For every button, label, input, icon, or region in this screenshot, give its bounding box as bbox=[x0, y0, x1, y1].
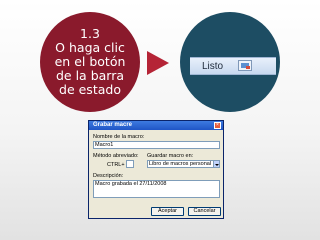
arrow-right-icon bbox=[147, 51, 169, 75]
step-line-2: en el botón bbox=[54, 54, 126, 69]
store-in-select[interactable]: Libro de macros personal bbox=[147, 160, 220, 168]
step-line-1: O haga clic bbox=[55, 40, 125, 55]
macro-name-label: Nombre de la macro: bbox=[93, 134, 145, 140]
shortcut-key-input[interactable] bbox=[126, 160, 134, 168]
shortcut-label: Método abreviado: bbox=[93, 153, 139, 159]
step-text: 1.3 O haga clic en el botón de la barra … bbox=[47, 27, 133, 97]
step-line-3: de la barra bbox=[55, 68, 125, 83]
step-number: 1.3 bbox=[80, 26, 100, 41]
macro-name-input[interactable]: Macro1 bbox=[93, 141, 220, 149]
cancel-button[interactable]: Cancelar bbox=[188, 207, 221, 216]
dialog-title: Grabar macre bbox=[93, 122, 133, 128]
ctrl-label: CTRL+ bbox=[107, 162, 125, 168]
store-in-value: Libro de macros personal bbox=[149, 161, 212, 167]
record-macro-dialog: Grabar macre × Nombre de la macro: Macro… bbox=[88, 120, 224, 219]
description-textarea[interactable]: Macro grabada el 27/11/2008 bbox=[93, 180, 220, 198]
record-macro-icon[interactable] bbox=[238, 60, 252, 71]
close-icon[interactable]: × bbox=[214, 122, 221, 129]
store-in-label: Guardar macro en: bbox=[147, 153, 194, 159]
dialog-titlebar: Grabar macre × bbox=[89, 121, 223, 130]
chevron-down-icon[interactable] bbox=[213, 161, 219, 167]
slide-background: 1.3 O haga clic en el botón de la barra … bbox=[0, 0, 320, 240]
ok-button[interactable]: Aceptar bbox=[151, 207, 184, 216]
step-line-4: de estado bbox=[59, 82, 121, 97]
status-ready-label: Listo bbox=[202, 60, 224, 72]
step-circle: 1.3 O haga clic en el botón de la barra … bbox=[40, 12, 140, 112]
description-label: Descripción: bbox=[93, 173, 124, 179]
status-bar: Listo bbox=[190, 57, 276, 75]
